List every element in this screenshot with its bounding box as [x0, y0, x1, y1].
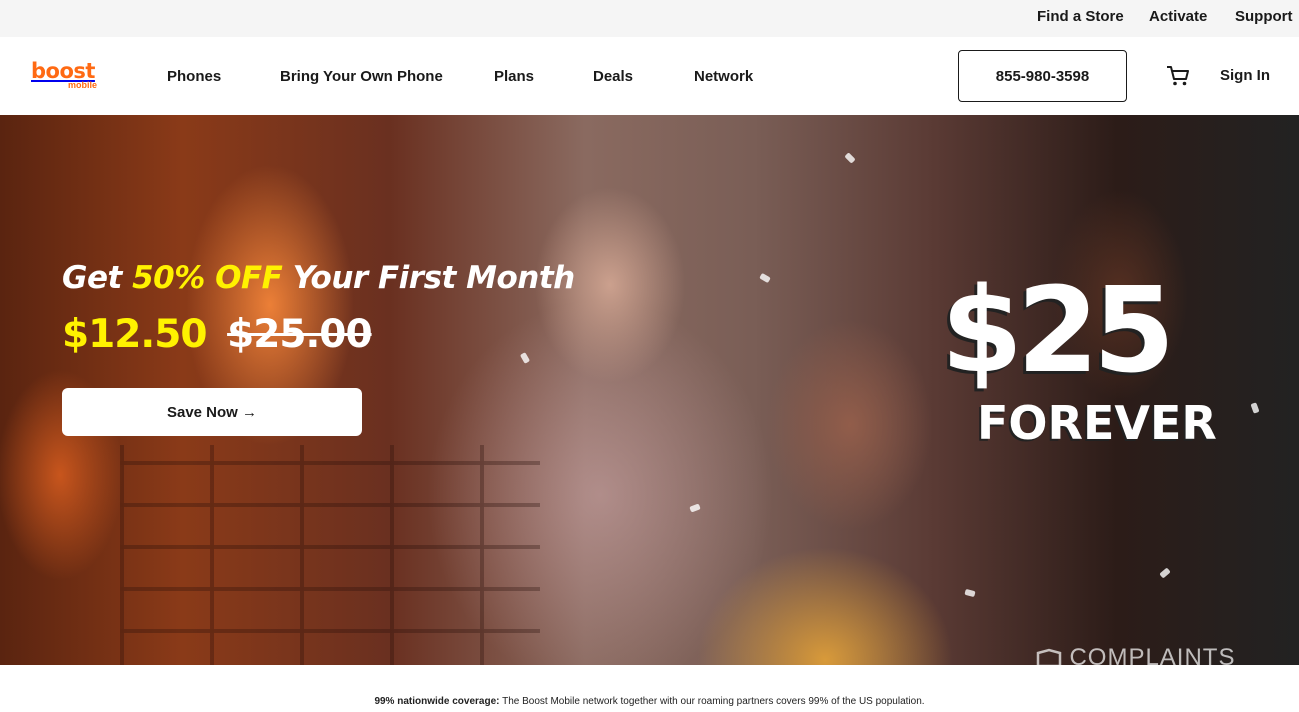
sign-in-link[interactable]: Sign In [1220, 67, 1270, 84]
logo-wordmark: boost [31, 59, 95, 83]
complaints-badge[interactable]: COMPLAINTS [1035, 644, 1235, 665]
headline-prefix: Get [62, 260, 122, 296]
utility-bar: Find a Store Activate Support [0, 0, 1299, 37]
confetti-piece [519, 352, 531, 364]
shield-icon [1035, 648, 1065, 665]
activate-link[interactable]: Activate [1149, 8, 1207, 25]
discounted-price: $12.50 [62, 312, 207, 357]
nav-phones[interactable]: Phones [167, 68, 221, 85]
promo-amount: $25 [940, 261, 1175, 399]
coverage-text: The Boost Mobile network together with o… [502, 696, 925, 707]
hero-headline: Get 50% OFF Your First Month [62, 260, 575, 296]
complaints-label: COMPLAINTS [1069, 644, 1236, 665]
hero-banner: Get 50% OFF Your First Month $12.50 $25.… [0, 115, 1299, 665]
save-now-button[interactable]: Save Now → [62, 388, 362, 436]
nav-plans[interactable]: Plans [494, 68, 534, 85]
original-price: $25.00 [227, 312, 372, 357]
promo-text: FOREVER [977, 396, 1217, 450]
confetti-piece [964, 588, 976, 598]
find-a-store-link[interactable]: Find a Store [1037, 8, 1124, 25]
headline-highlight: 50% OFF [132, 260, 283, 296]
cart-icon[interactable] [1165, 64, 1191, 88]
main-nav: boost mobile Phones Bring Your Own Phone… [0, 37, 1299, 115]
phone-number-button[interactable]: 855-980-3598 [958, 50, 1127, 102]
confetti-piece [689, 503, 701, 513]
boost-mobile-logo[interactable]: boost mobile [31, 61, 101, 93]
support-link[interactable]: Support [1235, 8, 1293, 25]
logo-subtext: mobile [68, 80, 98, 90]
coverage-note: 99% nationwide coverage: The Boost Mobil… [0, 696, 1299, 707]
nav-deals[interactable]: Deals [593, 68, 633, 85]
brick-wall-background [120, 445, 540, 665]
nav-network[interactable]: Network [694, 68, 753, 85]
promo-badge: $25 FOREVER [905, 261, 1217, 465]
headline-suffix: Your First Month [292, 260, 576, 296]
price-row: $12.50 $25.00 [62, 312, 373, 357]
confetti-piece [759, 272, 771, 284]
nav-bring-your-own-phone[interactable]: Bring Your Own Phone [280, 68, 443, 85]
confetti-piece [844, 152, 856, 164]
confetti-piece [1250, 402, 1260, 414]
confetti-piece [1159, 567, 1171, 579]
coverage-label: 99% nationwide coverage: [374, 696, 500, 707]
